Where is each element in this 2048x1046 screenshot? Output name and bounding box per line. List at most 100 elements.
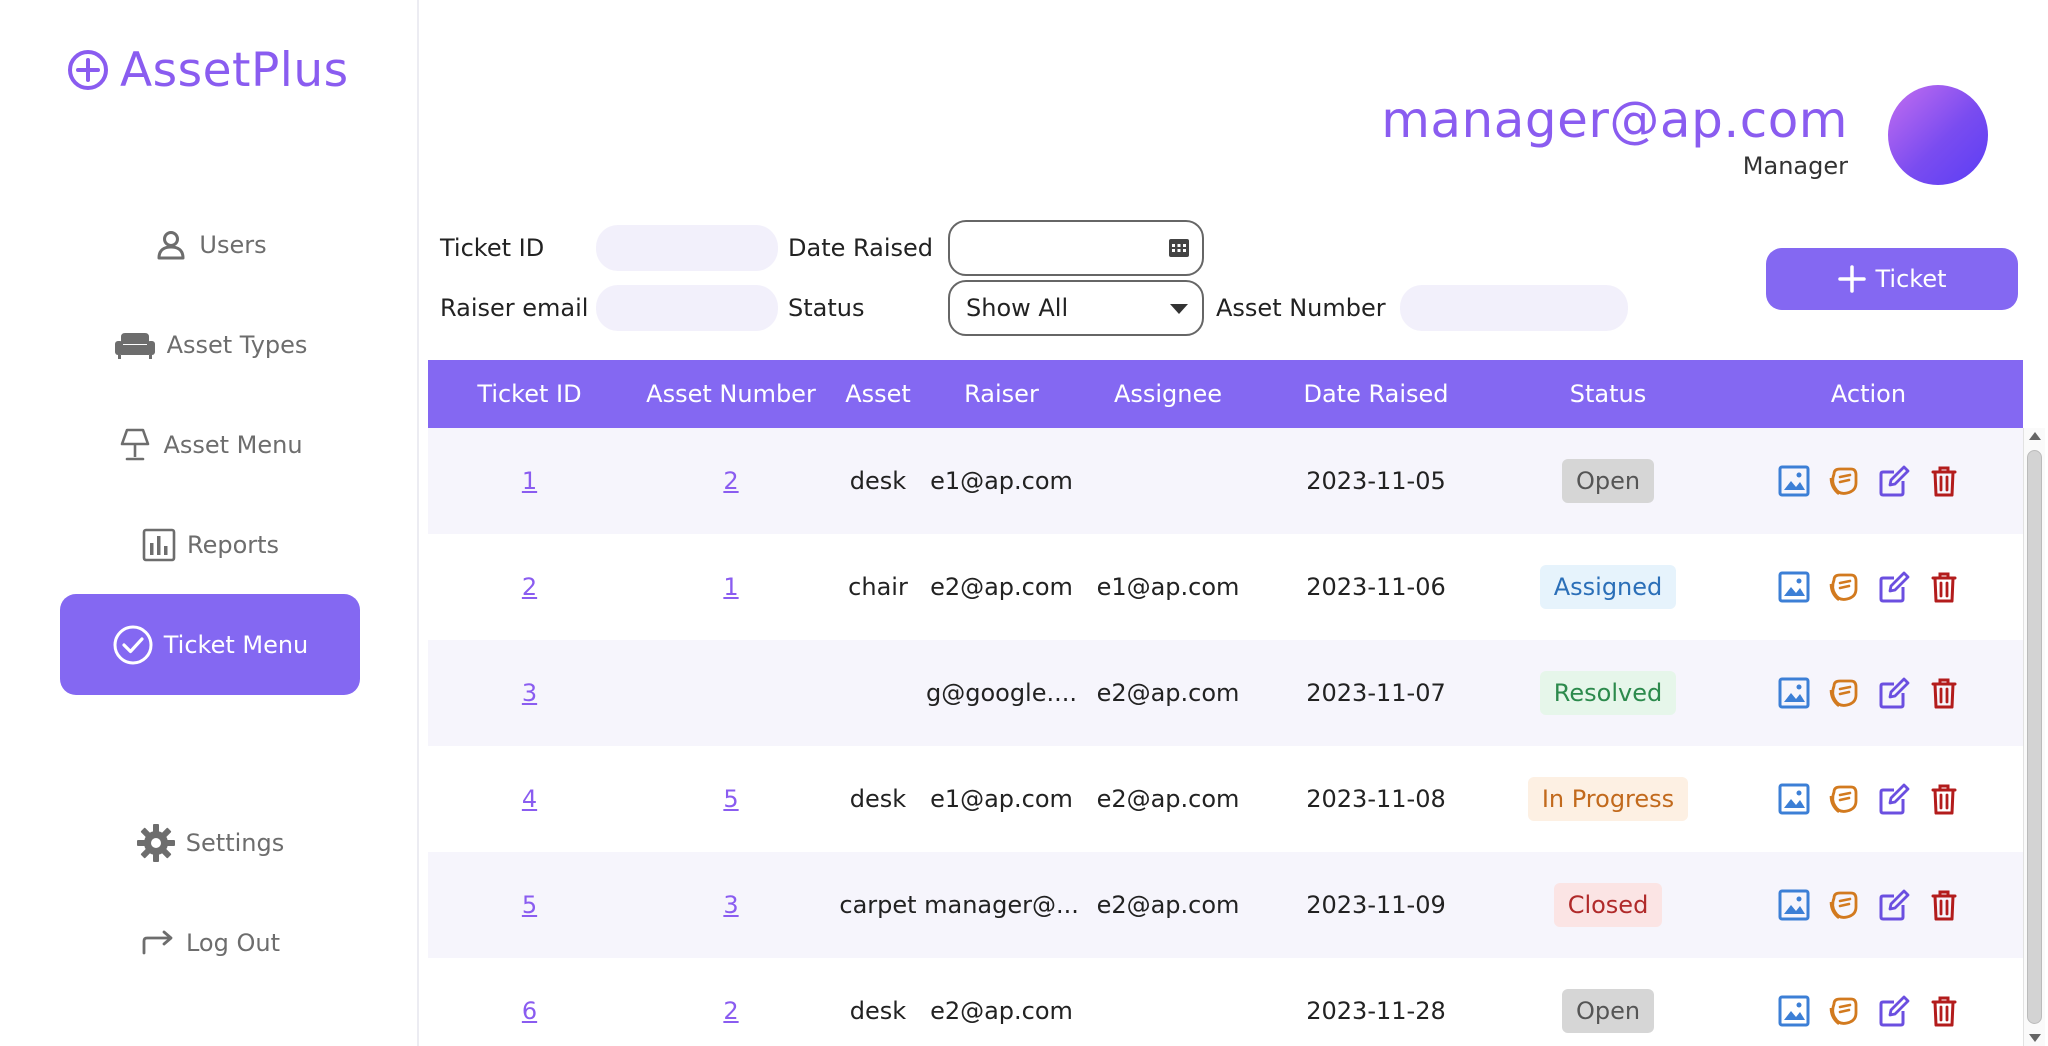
rating-icon[interactable] xyxy=(1827,782,1861,816)
calendar-icon[interactable] xyxy=(1168,237,1190,259)
column-header-action: Action xyxy=(1830,380,1907,408)
status-filter-select[interactable]: Show All xyxy=(948,280,1204,336)
status-filter-label: Status xyxy=(788,294,865,322)
app-root: AssetPlus Users Asset Types Asset Menu R… xyxy=(0,0,2048,1046)
sidebar-item-reports[interactable]: Reports xyxy=(60,510,360,580)
image-icon[interactable] xyxy=(1777,994,1811,1028)
sidebar-item-settings[interactable]: Settings xyxy=(60,808,360,878)
scroll-down-arrow-icon[interactable] xyxy=(2029,1034,2041,1042)
sidebar-item-asset-types[interactable]: Asset Types xyxy=(60,310,360,380)
date-raised-filter-input[interactable] xyxy=(948,220,1204,276)
cell-asset-number: 2 xyxy=(631,958,831,1046)
user-info: manager@ap.com Manager xyxy=(1381,88,1848,180)
ticket-id-link[interactable]: 4 xyxy=(522,785,537,813)
ticket-id-filter-label: Ticket ID xyxy=(440,234,545,262)
sidebar-item-label: Log Out xyxy=(185,929,280,957)
sidebar-item-label: Ticket Menu xyxy=(163,630,309,659)
cell-asset: desk xyxy=(849,467,907,495)
raiser-email-filter-label: Raiser email xyxy=(440,294,589,322)
image-icon[interactable] xyxy=(1777,570,1811,604)
cell-action xyxy=(1722,640,2015,746)
asset-number-link[interactable]: 2 xyxy=(723,997,738,1025)
chevron-down-icon xyxy=(1170,304,1188,314)
table-row: 3 g@google.... e2@ap.com 2023-11-07 Resolved xyxy=(428,640,2023,746)
ticket-id-link[interactable]: 3 xyxy=(522,679,537,707)
image-icon[interactable] xyxy=(1777,676,1811,710)
cell-asset-number: 1 xyxy=(631,534,831,640)
rating-icon[interactable] xyxy=(1827,570,1861,604)
cell-action xyxy=(1722,852,2015,958)
table-row: 6 2 desk e2@ap.com 2023-11-28 Open xyxy=(428,958,2023,1046)
cell-asset: chair xyxy=(848,573,908,601)
asset-number-link[interactable]: 5 xyxy=(723,785,738,813)
avatar[interactable] xyxy=(1888,85,1988,185)
cell-status: Resolved xyxy=(1494,640,1722,746)
asset-number-link[interactable]: 1 xyxy=(723,573,738,601)
sidebar-item-users[interactable]: Users xyxy=(60,210,360,280)
scroll-thumb[interactable] xyxy=(2027,450,2042,1024)
column-header-status[interactable]: Status xyxy=(1494,360,1722,428)
delete-icon[interactable] xyxy=(1927,888,1961,922)
delete-icon[interactable] xyxy=(1927,464,1961,498)
cell-ticket-id: 2 xyxy=(428,534,631,640)
ticket-id-link[interactable]: 1 xyxy=(522,467,537,495)
sidebar-item-log-out[interactable]: Log Out xyxy=(60,908,360,978)
add-ticket-button[interactable]: Ticket xyxy=(1766,248,2018,310)
cell-assignee: e2@ap.com xyxy=(1096,891,1240,919)
asset-number-link[interactable]: 2 xyxy=(723,467,738,495)
status-badge: Open xyxy=(1561,989,1655,1033)
image-icon[interactable] xyxy=(1777,464,1811,498)
cell-asset: desk xyxy=(849,785,907,813)
column-header-raiser[interactable]: Raiser xyxy=(925,360,1078,428)
asset-number-filter-input[interactable] xyxy=(1400,285,1628,331)
edit-icon[interactable] xyxy=(1877,994,1911,1028)
status-badge: Open xyxy=(1561,459,1655,503)
rating-icon[interactable] xyxy=(1827,676,1861,710)
rating-icon[interactable] xyxy=(1827,994,1861,1028)
delete-icon[interactable] xyxy=(1927,994,1961,1028)
edit-icon[interactable] xyxy=(1877,782,1911,816)
raiser-email-filter-input[interactable] xyxy=(596,285,778,331)
rating-icon[interactable] xyxy=(1827,888,1861,922)
edit-icon[interactable] xyxy=(1877,888,1911,922)
ticket-id-filter-input[interactable] xyxy=(596,225,778,271)
app-logo[interactable]: AssetPlus xyxy=(66,36,349,104)
column-header-ticket-id[interactable]: Ticket ID xyxy=(428,360,631,428)
column-header-asset[interactable]: Asset xyxy=(831,360,925,428)
table-row: 5 3 carpet manager@... e2@ap.com 2023-11-09 Cl… xyxy=(428,852,2023,958)
edit-icon[interactable] xyxy=(1877,570,1911,604)
edit-icon[interactable] xyxy=(1877,464,1911,498)
cell-raiser: e2@ap.com xyxy=(930,997,1073,1025)
sidebar-item-label: Settings xyxy=(185,829,285,857)
sidebar-item-asset-menu[interactable]: Asset Menu xyxy=(60,410,360,480)
rating-icon[interactable] xyxy=(1827,464,1861,498)
column-header-asset-number[interactable]: Asset Number xyxy=(631,360,831,428)
column-header-assignee[interactable]: Assignee xyxy=(1078,360,1258,428)
cell-status: Open xyxy=(1494,958,1722,1046)
image-icon[interactable] xyxy=(1777,782,1811,816)
cell-asset xyxy=(831,640,925,746)
status-badge: Closed xyxy=(1553,883,1663,927)
delete-icon[interactable] xyxy=(1927,570,1961,604)
scroll-up-arrow-icon[interactable] xyxy=(2029,432,2041,440)
table-scrollbar[interactable] xyxy=(2023,428,2045,1046)
sidebar-item-label: Asset Menu xyxy=(163,431,303,459)
status-badge: In Progress xyxy=(1527,777,1689,821)
cell-asset: desk xyxy=(849,997,907,1025)
ticket-id-link[interactable]: 5 xyxy=(522,891,537,919)
tickets-table: Ticket ID Asset Number Asset Raiser Assi… xyxy=(428,360,2023,1046)
cell-date: 2023-11-06 xyxy=(1306,573,1446,601)
delete-icon[interactable] xyxy=(1927,782,1961,816)
cell-raiser: g@google.... xyxy=(925,679,1078,707)
sidebar-item-ticket-menu[interactable]: Ticket Menu xyxy=(60,594,360,695)
ticket-id-link[interactable]: 2 xyxy=(522,573,537,601)
cell-action xyxy=(1722,958,2015,1046)
ticket-id-link[interactable]: 6 xyxy=(522,997,537,1025)
edit-icon[interactable] xyxy=(1877,676,1911,710)
delete-icon[interactable] xyxy=(1927,676,1961,710)
asset-number-link[interactable]: 3 xyxy=(723,891,738,919)
table-row: 1 2 desk e1@ap.com 2023-11-05 Open xyxy=(428,428,2023,534)
image-icon[interactable] xyxy=(1777,888,1811,922)
cell-date: 2023-11-08 xyxy=(1306,785,1446,813)
column-header-date-raised[interactable]: Date Raised xyxy=(1258,360,1494,428)
